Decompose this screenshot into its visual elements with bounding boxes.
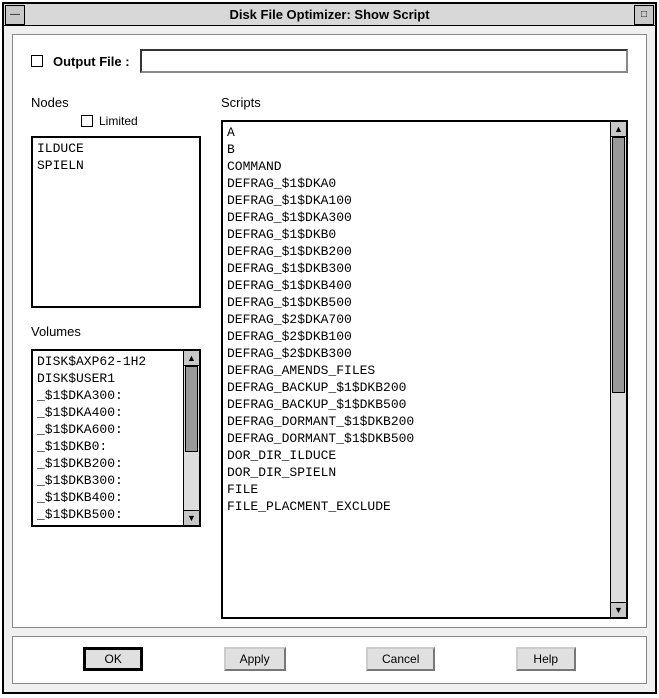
list-item[interactable]: DEFRAG_BACKUP_$1$DKB500 bbox=[227, 396, 606, 413]
scroll-track[interactable] bbox=[184, 366, 199, 510]
list-item[interactable]: _$1$DKA300: bbox=[37, 387, 179, 404]
help-button[interactable]: Help bbox=[516, 647, 576, 671]
list-item[interactable]: DEFRAG_$2$DKB100 bbox=[227, 328, 606, 345]
output-file-checkbox[interactable] bbox=[31, 55, 43, 67]
limited-checkbox[interactable] bbox=[81, 115, 93, 127]
nodes-label: Nodes bbox=[31, 95, 201, 110]
list-item[interactable]: DOR_DIR_SPIELN bbox=[227, 464, 606, 481]
list-item[interactable]: DEFRAG_$1$DKB400 bbox=[227, 277, 606, 294]
list-item[interactable]: FILE bbox=[227, 481, 606, 498]
list-item[interactable]: FILE_PLACMENT_EXCLUDE bbox=[227, 498, 606, 515]
list-item[interactable]: DEFRAG_$2$DKA700 bbox=[227, 311, 606, 328]
list-item[interactable]: _$1$DKB0: bbox=[37, 438, 179, 455]
list-item[interactable]: DISK$USER1 bbox=[37, 370, 179, 387]
left-column: Nodes Limited ILDUCESPIELN Volumes DISK$… bbox=[31, 95, 201, 619]
cancel-button[interactable]: Cancel bbox=[366, 647, 435, 671]
apply-button[interactable]: Apply bbox=[224, 647, 286, 671]
list-item[interactable]: SPIELN bbox=[37, 157, 195, 174]
output-file-row: Output File : bbox=[31, 49, 628, 73]
scroll-track[interactable] bbox=[611, 137, 626, 602]
list-item[interactable]: _$1$DKB500: bbox=[37, 506, 179, 523]
list-item[interactable]: DEFRAG_$1$DKA0 bbox=[227, 175, 606, 192]
scripts-scrollbar[interactable]: ▲ ▼ bbox=[610, 122, 626, 617]
list-item[interactable]: DEFRAG_$1$DKA100 bbox=[227, 192, 606, 209]
list-item[interactable]: DEFRAG_$1$DKB0 bbox=[227, 226, 606, 243]
list-item[interactable]: _$1$DKA600: bbox=[37, 421, 179, 438]
scroll-thumb[interactable] bbox=[612, 137, 625, 393]
limited-label: Limited bbox=[99, 114, 138, 128]
list-item[interactable]: _$1$DKB400: bbox=[37, 489, 179, 506]
list-item[interactable]: B bbox=[227, 141, 606, 158]
list-item[interactable]: DEFRAG_BACKUP_$1$DKB200 bbox=[227, 379, 606, 396]
list-item[interactable]: A bbox=[227, 124, 606, 141]
list-item[interactable]: _$1$DKA400: bbox=[37, 404, 179, 421]
list-item[interactable]: DEFRAG_$1$DKB200 bbox=[227, 243, 606, 260]
limited-row: Limited bbox=[81, 114, 201, 128]
scroll-down-icon[interactable]: ▼ bbox=[184, 510, 199, 525]
scroll-up-icon[interactable]: ▲ bbox=[184, 351, 199, 366]
maximize-button[interactable]: □ bbox=[634, 5, 654, 25]
output-file-label: Output File : bbox=[53, 54, 130, 69]
volumes-listbox[interactable]: DISK$AXP62-1H2DISK$USER1_$1$DKA300:_$1$D… bbox=[31, 349, 201, 527]
scroll-thumb[interactable] bbox=[185, 366, 198, 452]
main-area: Nodes Limited ILDUCESPIELN Volumes DISK$… bbox=[31, 95, 628, 619]
titlebar: — Disk File Optimizer: Show Script □ bbox=[4, 4, 655, 26]
window-title: Disk File Optimizer: Show Script bbox=[26, 7, 633, 22]
list-item[interactable]: DEFRAG_$1$DKB300 bbox=[227, 260, 606, 277]
right-column: Scripts ABCOMMANDDEFRAG_$1$DKA0DEFRAG_$1… bbox=[221, 95, 628, 619]
scroll-down-icon[interactable]: ▼ bbox=[611, 602, 626, 617]
button-bar: OK Apply Cancel Help bbox=[12, 636, 647, 684]
window-menu-button[interactable]: — bbox=[5, 5, 25, 25]
scripts-listbox[interactable]: ABCOMMANDDEFRAG_$1$DKA0DEFRAG_$1$DKA100D… bbox=[221, 120, 628, 619]
output-file-input[interactable] bbox=[140, 49, 628, 73]
ok-button[interactable]: OK bbox=[83, 647, 143, 671]
scroll-up-icon[interactable]: ▲ bbox=[611, 122, 626, 137]
content-area: Output File : Nodes Limited ILDUCESPIELN… bbox=[12, 34, 647, 628]
list-item[interactable]: DEFRAG_DORMANT_$1$DKB500 bbox=[227, 430, 606, 447]
volumes-label: Volumes bbox=[31, 324, 201, 339]
list-item[interactable]: DOR_DIR_ILDUCE bbox=[227, 447, 606, 464]
list-item[interactable]: DEFRAG_$1$DKA300 bbox=[227, 209, 606, 226]
list-item[interactable]: DEFRAG_$1$DKB500 bbox=[227, 294, 606, 311]
scripts-label: Scripts bbox=[221, 95, 628, 110]
main-window: — Disk File Optimizer: Show Script □ Out… bbox=[2, 2, 657, 694]
list-item[interactable]: ILDUCE bbox=[37, 140, 195, 157]
list-item[interactable]: DISK$AXP62-1H2 bbox=[37, 353, 179, 370]
list-item[interactable]: _$1$DKB300: bbox=[37, 472, 179, 489]
list-item[interactable]: _$1$DKB200: bbox=[37, 455, 179, 472]
volumes-scrollbar[interactable]: ▲ ▼ bbox=[183, 351, 199, 525]
list-item[interactable]: DEFRAG_$2$DKB300 bbox=[227, 345, 606, 362]
list-item[interactable]: DEFRAG_DORMANT_$1$DKB200 bbox=[227, 413, 606, 430]
list-item[interactable]: COMMAND bbox=[227, 158, 606, 175]
nodes-listbox[interactable]: ILDUCESPIELN bbox=[31, 136, 201, 308]
list-item[interactable]: DEFRAG_AMENDS_FILES bbox=[227, 362, 606, 379]
